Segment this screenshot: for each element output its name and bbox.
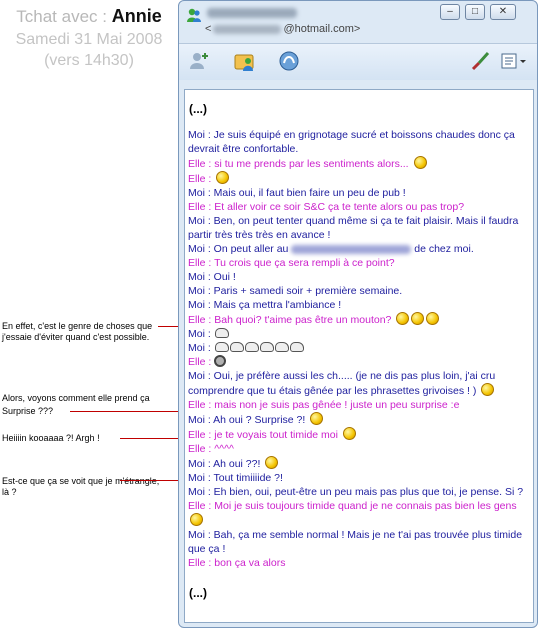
smile-icon [216,171,230,184]
chat-message: Elle : [188,171,530,186]
chat-message: Moi : Ben, on peut tenter quand même si … [188,215,519,241]
annotation-pointer [120,438,184,439]
chat-message: Moi : Tout timiiiide ?! [188,472,283,484]
chat-message: Elle : je te voyais tout timide moi [188,427,530,442]
chat-message: Moi : Paris + samedi soir + première sem… [188,285,403,297]
annotation-mouton: En effet, c'est le genre de choses que j… [2,321,153,342]
maximize-button[interactable]: □ [465,4,485,20]
embarrassed-icon [481,383,495,396]
chat-message: Moi : [188,341,530,355]
contact-display-name [207,8,297,18]
conversation-pane[interactable]: (...) Moi : Je suis équipé en grignotage… [184,89,534,623]
tongue-out-icon [342,427,356,440]
chat-message: Moi : Eh bien, oui, peut-être un peu mai… [188,486,524,498]
annotation-pointer [70,411,184,412]
grin-icon [411,312,425,325]
grin-icon [426,312,440,325]
chat-message: Elle : ^^^^ [188,443,234,455]
thinking-icon [265,456,279,469]
annotation-pointer [120,480,184,481]
chat-message: Elle : Moi je suis toujours timide quand… [188,499,530,528]
chat-message: Elle : [188,355,530,369]
chat-message: Moi : Ah oui ??! [188,456,530,471]
chat-message: Moi : On peut aller au de chez moi. [188,243,474,255]
chat-heading: Tchat avec : Annie [0,6,178,27]
title-bar[interactable]: < @hotmail.com> – □ ✕ [179,1,537,43]
contact-name: Annie [111,6,162,26]
chat-date: Samedi 31 Mai 2008 [15,31,163,48]
window-options-icon[interactable] [499,49,527,73]
share-files-icon[interactable] [233,49,257,73]
blush-smiley-icon [413,156,427,169]
chat-message: Moi : Oui, je préfère aussi les ch..... … [188,370,496,397]
sheep-icon [214,342,229,352]
grin-icon [396,312,410,325]
chat-message: Elle : Bah quoi? t'aime pas être un mout… [188,312,530,327]
chat-message: Moi : [188,327,530,341]
chat-message: Moi : Je suis équipé en grignotage sucré… [188,129,515,155]
ellipsis-bottom: (...) [189,586,207,600]
shy-icon [190,513,203,526]
buddy-status-icon [187,8,201,22]
redacted-place [291,244,412,254]
chat-message: Elle : si tu me prends par les sentiment… [188,156,530,171]
sheep-icon [274,342,289,352]
chat-message: Moi : Oui ! [188,271,236,283]
add-contact-icon[interactable] [187,49,211,73]
paint-brush-icon[interactable] [469,49,493,73]
chat-message: Moi : Bah, ça me semble normal ! Mais je… [188,529,523,555]
minimize-button[interactable]: – [440,4,460,20]
ellipsis-top: (...) [189,102,207,116]
email-redacted [213,24,282,34]
chat-heading-prefix: Tchat avec : [16,7,107,26]
voice-call-icon[interactable] [277,49,301,73]
close-button[interactable]: ✕ [490,4,516,20]
sheep-icon [214,328,229,338]
chat-message: Elle : Tu crois que ça sera rempli à ce … [188,257,395,269]
sheep-icon [289,342,304,352]
raccoon-icon [214,355,227,367]
email-suffix: @hotmail.com> [283,23,361,35]
chat-message: Elle : bon ça va alors [188,557,286,569]
contact-email: < @hotmail.com> [205,23,360,35]
chat-window: < @hotmail.com> – □ ✕ (...) Moi : Je sui… [178,0,538,628]
sheep-icon [244,342,259,352]
chat-message: Moi : Mais ça mettra l'ambiance ! [188,299,342,311]
annotation-alors: Alors, voyons comment elle prend ça [2,393,150,403]
sheep-icon [229,342,244,352]
chat-message: Elle : Et aller voir ce soir S&C ça te t… [188,201,465,213]
chat-message: Moi : Mais oui, il faut bien faire un pe… [188,187,406,199]
email-prefix: < [205,23,212,35]
chat-message: Elle : mais non je suis pas gênée ! just… [188,399,460,411]
chat-message: Moi : Ah oui ? Surprise ?! [188,412,530,427]
confused-icon [310,412,324,425]
sheep-icon [259,342,274,352]
toolbar [179,43,537,80]
chat-time: (vers 14h30) [44,52,134,69]
